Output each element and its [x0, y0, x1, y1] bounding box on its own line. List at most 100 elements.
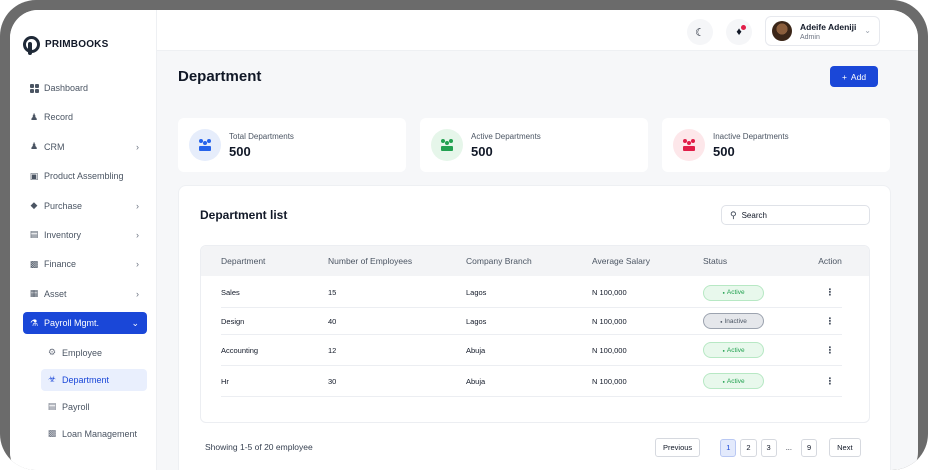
cell-salary: N 100,000	[592, 288, 627, 297]
stat-icon-active	[431, 129, 463, 161]
column-header-department[interactable]: Department	[201, 256, 328, 266]
previous-page-button[interactable]: Previous	[655, 438, 701, 457]
cell-status: ● Active	[703, 342, 816, 358]
sidebar: PRIMBOOKS Dashboard ♟ Record ♟ CRM › ▣ P…	[10, 10, 157, 470]
table-row[interactable]: Sales 15 Lagos N 100,000 ● Active ⋮	[221, 278, 842, 308]
page-button-2[interactable]: 2	[740, 438, 757, 457]
chevron-right-icon: ›	[136, 229, 139, 240]
sidebar-item-label: Record	[44, 112, 74, 123]
cell-status: ● Inactive	[703, 313, 816, 329]
cell-employees: 12	[328, 345, 337, 355]
search-input[interactable]	[741, 210, 852, 220]
sidebar-item-crm[interactable]: ♟ CRM ›	[23, 136, 147, 158]
status-dot: ●	[722, 290, 725, 295]
chevron-right-icon: ›	[136, 288, 139, 299]
cell-department: Sales	[221, 288, 240, 297]
cell-status: ● Active	[703, 373, 816, 389]
sidebar-subitem-employee[interactable]: ⚙ Employee	[41, 342, 147, 364]
table-header: Department Number of Employees Company B…	[201, 246, 869, 276]
topbar: ☾ ♦ Adeife Adeniji Admin ⌄	[157, 10, 918, 51]
table-row[interactable]: Design 40 Lagos N 100,000 ● Inactive ⋮	[221, 308, 842, 335]
sidebar-item-label: Inventory	[44, 229, 82, 240]
sidebar-item-record[interactable]: ♟ Record	[23, 106, 147, 128]
app-screen: PRIMBOOKS Dashboard ♟ Record ♟ CRM › ▣ P…	[10, 10, 918, 470]
sidebar-item-asset[interactable]: ▦ Asset ›	[23, 283, 147, 305]
user-role: Admin	[800, 33, 820, 41]
sidebar-item-label: CRM	[44, 141, 65, 152]
sidebar-item-dashboard[interactable]: Dashboard	[23, 77, 147, 99]
page-button-last[interactable]: 9	[800, 438, 818, 457]
notifications-button[interactable]: ♦	[726, 19, 752, 45]
sidebar-item-purchase[interactable]: ◆ Purchase ›	[23, 195, 147, 217]
sidebar-subitem-label: Department	[62, 374, 110, 385]
pagination-ellipsis: ...	[785, 443, 792, 452]
column-header-status[interactable]: Status	[703, 256, 816, 266]
chevron-right-icon: ›	[136, 141, 139, 152]
next-page-button[interactable]: Next	[829, 438, 861, 457]
notification-dot	[741, 25, 746, 30]
stat-value: 500	[471, 143, 493, 159]
department-icon	[683, 139, 695, 151]
column-header-action: Action	[818, 256, 842, 266]
row-actions-button[interactable]: ⋮	[816, 376, 844, 387]
page-button-1[interactable]: 1	[720, 438, 737, 457]
cell-department: Accounting	[221, 345, 259, 355]
brand-logo[interactable]: PRIMBOOKS	[23, 36, 156, 55]
sidebar-subitem-label: Loan Management	[62, 428, 138, 439]
box-icon: ▣	[29, 170, 39, 181]
sidebar-subitem-department[interactable]: ☣ Department	[41, 368, 147, 391]
cell-branch: Abuja	[466, 345, 486, 355]
archive-icon: ▤	[29, 229, 39, 240]
sidebar-item-label: Finance	[44, 259, 77, 270]
page-button-3[interactable]: 3	[760, 438, 777, 457]
cell-branch: Lagos	[466, 316, 487, 326]
stat-label: Inactive Departments	[713, 131, 789, 141]
payroll-doc-icon: ▤	[47, 401, 57, 412]
sidebar-item-product-assembling[interactable]: ▣ Product Assembling	[23, 165, 147, 187]
row-actions-button[interactable]: ⋮	[816, 287, 844, 298]
status-badge: ● Active	[703, 373, 764, 389]
loan-icon: ▩	[47, 428, 57, 439]
row-actions-button[interactable]: ⋮	[816, 345, 844, 356]
stat-card-active: Active Departments 500	[420, 118, 648, 172]
sidebar-item-inventory[interactable]: ▤ Inventory ›	[23, 224, 147, 246]
add-button[interactable]: + Add	[830, 66, 878, 87]
stat-icon-inactive	[673, 129, 705, 161]
page-title: Department	[178, 68, 262, 85]
sidebar-subitem-label: Payroll	[62, 401, 90, 412]
table-row[interactable]: Hr 30 Abuja N 100,000 ● Active ⋮	[221, 366, 842, 397]
payroll-icon: ⚗	[29, 317, 39, 328]
status-dot: ●	[720, 318, 723, 324]
row-actions-button[interactable]: ⋮	[816, 316, 844, 327]
stat-label: Total Departments	[229, 131, 294, 141]
department-list-card: Department list ⚲ Department Number of E…	[178, 185, 891, 470]
stat-text: Total Departments 500	[229, 132, 294, 159]
table-row[interactable]: Accounting 12 Abuja N 100,000 ● Active ⋮	[221, 335, 842, 366]
device-frame: PRIMBOOKS Dashboard ♟ Record ♟ CRM › ▣ P…	[0, 0, 928, 470]
briefcase-icon: ▦	[29, 288, 39, 299]
sidebar-item-payroll-mgmt[interactable]: ⚗ Payroll Mgmt. ⌄	[23, 312, 147, 335]
column-header-salary[interactable]: Average Salary	[592, 256, 703, 266]
search-box[interactable]: ⚲	[721, 205, 870, 225]
user-info: Adeife Adeniji Admin	[800, 22, 856, 41]
sidebar-subitem-loan-management[interactable]: ▩ Loan Management	[41, 423, 147, 445]
stat-icon-total	[189, 129, 221, 161]
moon-icon: ☾	[695, 26, 705, 39]
theme-toggle-button[interactable]: ☾	[687, 19, 713, 45]
chevron-down-icon: ⌄	[864, 26, 871, 35]
department-icon	[441, 139, 453, 151]
stat-value: 500	[713, 143, 735, 159]
column-header-employees[interactable]: Number of Employees	[328, 256, 466, 266]
sidebar-item-finance[interactable]: ▩ Finance ›	[23, 253, 147, 275]
user-menu[interactable]: Adeife Adeniji Admin ⌄	[765, 16, 880, 46]
users-icon: ♟	[29, 141, 39, 152]
chevron-right-icon: ›	[136, 200, 139, 211]
column-header-branch[interactable]: Company Branch	[466, 256, 592, 266]
users-icon: ♟	[29, 111, 39, 122]
status-text: Active	[726, 346, 745, 354]
main-content: ☾ ♦ Adeife Adeniji Admin ⌄ Department + …	[157, 10, 918, 470]
status-badge: ● Active	[703, 342, 764, 358]
pagination-summary: Showing 1-5 of 20 employee	[205, 442, 313, 452]
sidebar-subitem-payroll[interactable]: ▤ Payroll	[41, 396, 147, 418]
stat-label: Active Departments	[471, 131, 541, 141]
